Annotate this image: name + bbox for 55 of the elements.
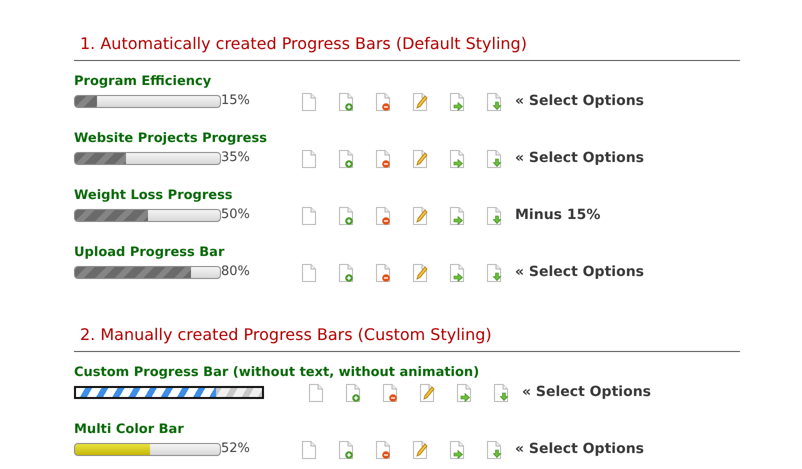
blank-page-icon[interactable]: [300, 207, 318, 225]
arrow-right-page-icon[interactable]: [448, 207, 466, 225]
section-heading: 2. Manually created Progress Bars (Custom Styling): [80, 325, 492, 344]
percent-text: 52%: [221, 441, 250, 457]
edit-page-icon[interactable]: [411, 93, 429, 111]
bar-label: Weight Loss Progress: [74, 187, 233, 205]
arrow-right-page-icon[interactable]: [448, 441, 466, 459]
arrow-down-page-icon[interactable]: [492, 384, 510, 402]
remove-page-icon[interactable]: [374, 150, 392, 168]
add-page-icon[interactable]: [337, 150, 355, 168]
percent-text: 50%: [221, 207, 250, 223]
edit-page-icon[interactable]: [411, 441, 429, 459]
bar-label: Custom Progress Bar (without text, without animation): [74, 364, 480, 382]
option-text: « Select Options: [515, 263, 644, 282]
remove-page-icon[interactable]: [381, 384, 399, 402]
add-page-icon[interactable]: [344, 384, 362, 402]
edit-page-icon[interactable]: [411, 264, 429, 282]
bar-label: Program Efficiency: [74, 73, 212, 91]
blank-page-icon[interactable]: [300, 441, 318, 459]
blank-page-icon[interactable]: [300, 264, 318, 282]
add-page-icon[interactable]: [337, 441, 355, 459]
percent-text: 35%: [221, 150, 250, 166]
arrow-down-page-icon[interactable]: [485, 150, 503, 168]
remove-page-icon[interactable]: [374, 207, 392, 225]
percent-text: 80%: [221, 264, 250, 280]
arrow-down-page-icon[interactable]: [485, 441, 503, 459]
option-text: Minus 15%: [515, 206, 600, 225]
edit-page-icon[interactable]: [418, 384, 436, 402]
remove-page-icon[interactable]: [374, 93, 392, 111]
arrow-down-page-icon[interactable]: [485, 264, 503, 282]
remove-page-icon[interactable]: [374, 264, 392, 282]
blank-page-icon[interactable]: [300, 150, 318, 168]
add-page-icon[interactable]: [337, 207, 355, 225]
percent-text: 15%: [221, 93, 250, 109]
blank-page-icon[interactable]: [307, 384, 325, 402]
arrow-down-page-icon[interactable]: [485, 207, 503, 225]
remove-page-icon[interactable]: [374, 441, 392, 459]
blank-page-icon[interactable]: [300, 93, 318, 111]
option-text: « Select Options: [515, 92, 644, 111]
arrow-down-page-icon[interactable]: [485, 93, 503, 111]
edit-page-icon[interactable]: [411, 207, 429, 225]
option-text: « Select Options: [515, 149, 644, 168]
bar-label: Upload Progress Bar: [74, 244, 224, 262]
option-text: « Select Options: [522, 383, 651, 402]
edit-page-icon[interactable]: [411, 150, 429, 168]
section-heading: 1. Automatically created Progress Bars (Default Styling): [80, 34, 527, 53]
arrow-right-page-icon[interactable]: [448, 93, 466, 111]
arrow-right-page-icon[interactable]: [448, 150, 466, 168]
arrow-right-page-icon[interactable]: [448, 264, 466, 282]
option-text: « Select Options: [515, 440, 644, 459]
bar-label: Website Projects Progress: [74, 130, 267, 148]
add-page-icon[interactable]: [337, 93, 355, 111]
bar-label: Multi Color Bar: [74, 421, 184, 439]
arrow-right-page-icon[interactable]: [455, 384, 473, 402]
add-page-icon[interactable]: [337, 264, 355, 282]
